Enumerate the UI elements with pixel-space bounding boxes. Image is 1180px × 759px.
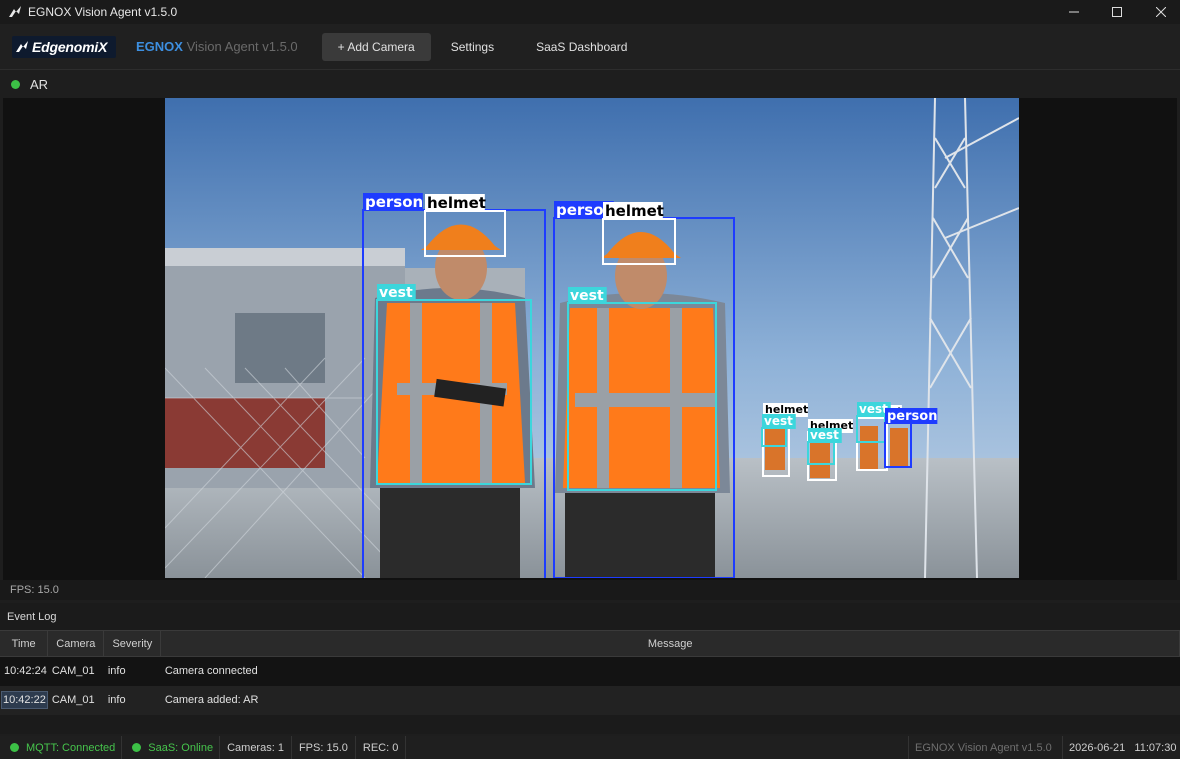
mqtt-status: MQTT: Connected	[0, 736, 123, 759]
window-title: EGNOX Vision Agent v1.5.0	[28, 5, 178, 19]
cell-severity: info	[103, 656, 161, 686]
window-titlebar: EGNOX Vision Agent v1.5.0	[0, 0, 1180, 24]
column-header-time[interactable]: Time	[0, 630, 49, 657]
column-header-message[interactable]: Message	[160, 630, 1180, 657]
brand-secondary: Vision Agent v1.5.0	[186, 39, 298, 54]
camera-status-dot	[11, 80, 20, 89]
maximize-button[interactable]	[1094, 0, 1140, 24]
event-log-panel: Event Log Time Camera Severity Message 1…	[0, 603, 1180, 734]
app-icon	[8, 5, 22, 19]
app-version-label: EGNOX Vision Agent v1.5.0	[908, 736, 1058, 759]
add-camera-button[interactable]: + Add Camera	[321, 32, 431, 61]
saas-status: SaaS: Online	[122, 736, 221, 759]
cell-message: Camera connected	[160, 656, 1180, 686]
detection-label: helmet	[427, 194, 486, 212]
datetime-label: 2026-06-21 11:07:30	[1062, 736, 1180, 759]
camera-header: AR	[0, 71, 1180, 98]
mqtt-status-text: MQTT: Connected	[26, 741, 116, 754]
mqtt-status-dot	[10, 743, 19, 752]
cell-camera: CAM_01	[47, 656, 104, 686]
logo-text: EdgenomiX	[32, 38, 108, 55]
cell-camera: CAM_01	[47, 685, 104, 715]
detection-label: helmet	[605, 202, 664, 220]
video-feed: person helmet personhelmetvest vesthelmetve…	[165, 98, 1019, 578]
column-header-camera[interactable]: Camera	[47, 630, 105, 657]
toolbar: EdgenomiX EGNOX Vision Agent v1.5.0 + Ad…	[0, 24, 1180, 70]
brand-primary: EGNOX	[136, 39, 183, 54]
detection-label: vest	[810, 428, 839, 442]
detection-label: vest	[379, 285, 413, 301]
logo-mark-icon	[16, 40, 28, 52]
close-button[interactable]	[1138, 0, 1180, 24]
saas-status-text: SaaS: Online	[148, 741, 214, 754]
detection-label: vest	[570, 288, 604, 304]
cameras-count: Cameras: 1	[220, 736, 292, 759]
event-log-table: Time Camera Severity Message 10:42:24 CA…	[0, 630, 1180, 715]
video-frame: person helmet person helmet vest vest helmet ve…	[165, 98, 1019, 578]
event-log-title: Event Log	[7, 610, 57, 623]
column-header-severity[interactable]: Severity	[103, 630, 162, 657]
detection-label: vest	[764, 414, 793, 428]
status-bar: MQTT: Connected SaaS: Online Cameras: 1 …	[0, 736, 1180, 759]
cell-time: 10:42:22	[0, 685, 48, 715]
minimize-button[interactable]	[1051, 0, 1097, 24]
selected-cell[interactable]: 10:42:22	[1, 691, 48, 709]
minimize-icon	[1069, 11, 1079, 13]
saas-status-dot	[132, 743, 142, 752]
brand-logo: EdgenomiX	[12, 35, 116, 58]
cell-message: Camera added: AR	[160, 685, 1180, 715]
cell-severity: info	[103, 685, 161, 715]
fps-status: FPS: 15.0	[292, 736, 356, 759]
settings-button[interactable]: Settings	[435, 33, 510, 61]
saas-dashboard-button[interactable]: SaaS Dashboard	[520, 33, 643, 61]
table-row[interactable]: 10:42:22 CAM_01 info Camera added: AR	[0, 685, 1180, 715]
detection-label: vest	[859, 402, 888, 416]
detection-label: person	[887, 409, 937, 424]
rec-status: REC: 0	[356, 736, 407, 759]
camera-name: AR	[30, 77, 49, 92]
table-row[interactable]: 10:42:24 CAM_01 info Camera connected	[0, 656, 1180, 686]
camera-fps: FPS: 15.0	[0, 580, 1180, 600]
detection-label: person	[365, 193, 423, 211]
brand-name: EGNOX Vision Agent v1.5.0	[136, 39, 298, 54]
cell-time: 10:42:24	[0, 656, 48, 686]
close-icon	[1156, 7, 1166, 17]
camera-view[interactable]: person helmet person helmet vest vest helmet ve…	[3, 98, 1177, 580]
maximize-icon	[1112, 7, 1122, 17]
